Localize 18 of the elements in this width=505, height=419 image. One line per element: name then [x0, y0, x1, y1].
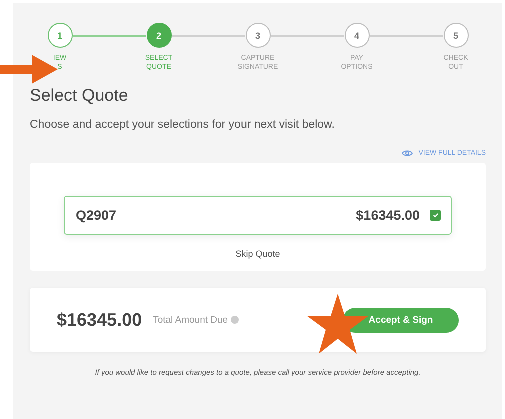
- quote-amount: $16345.00: [356, 208, 420, 223]
- eye-icon: [402, 150, 413, 157]
- step-circle: 2: [146, 23, 172, 48]
- quote-option[interactable]: Q2907 $16345.00: [64, 196, 452, 235]
- step-circle: 3: [246, 23, 270, 48]
- quote-checkbox[interactable]: [430, 210, 441, 221]
- skip-quote-link[interactable]: Skip Quote: [236, 249, 280, 259]
- star-drawing: [307, 294, 369, 354]
- page-title: Select Quote: [30, 86, 130, 106]
- step-circle: 5: [444, 23, 468, 48]
- step-circle: 4: [344, 23, 370, 48]
- step-circle: 1: [48, 23, 72, 48]
- page-subtitle: Choose and accept your selections for your next visit below.: [30, 119, 336, 131]
- total-amount: $16345.00: [57, 310, 142, 330]
- info-icon: [231, 316, 240, 324]
- checkmark-icon: [432, 213, 438, 218]
- total-label: Total Amount Due: [153, 314, 228, 326]
- quote-id: Q2907: [76, 208, 118, 223]
